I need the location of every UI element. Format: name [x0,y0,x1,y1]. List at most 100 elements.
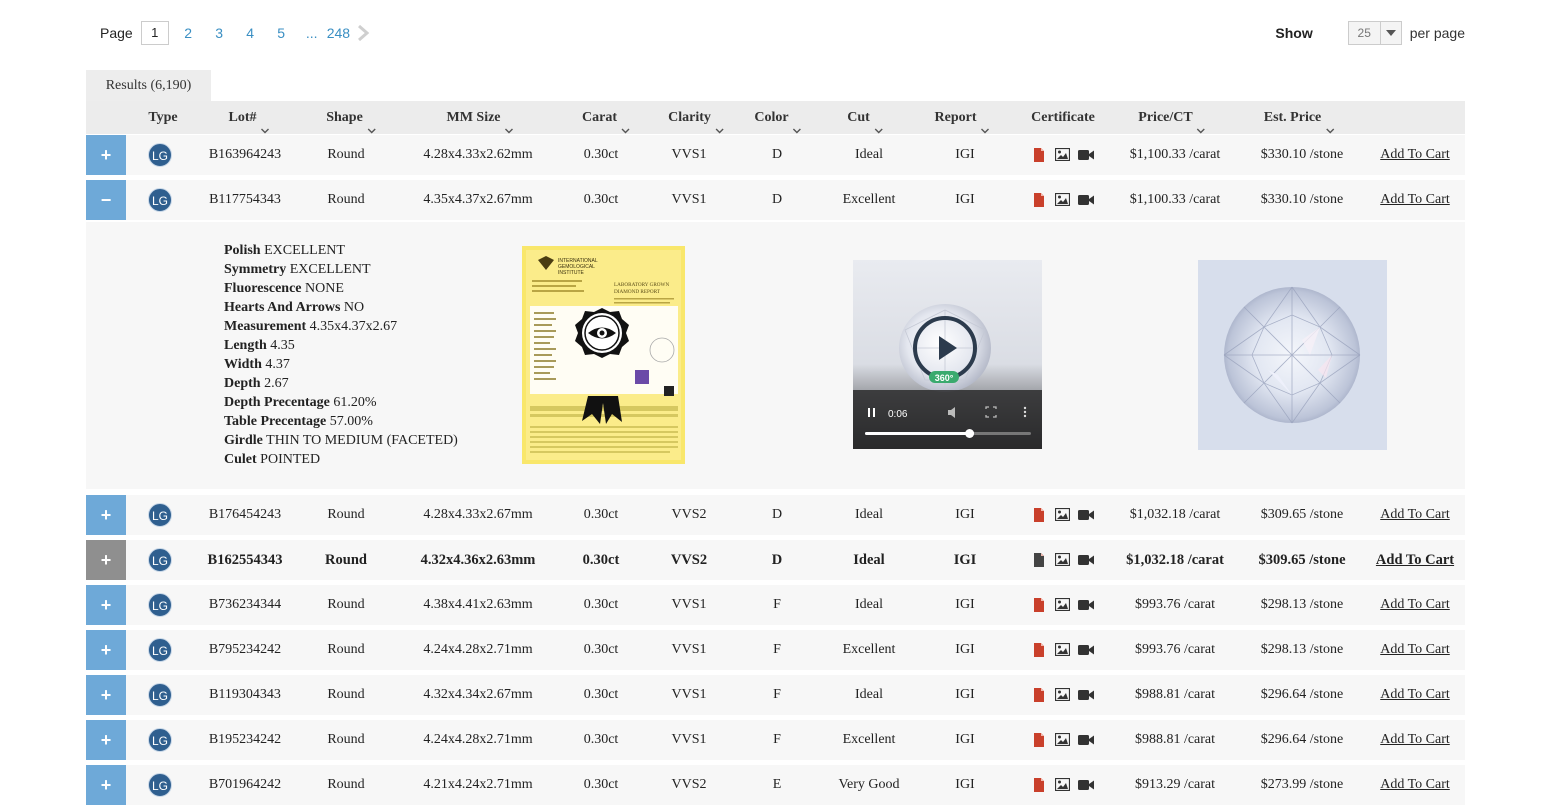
spec-value: POINTED [260,452,321,467]
video-camera-icon[interactable] [1078,778,1094,792]
chevron-down-icon [505,115,514,133]
page-ellipsis: ... [305,25,318,41]
image-icon[interactable] [1054,642,1071,657]
video-camera-icon[interactable] [1078,643,1094,657]
column-report[interactable]: Report [935,101,990,134]
add-to-cart-link[interactable]: Add To Cart [1380,495,1450,535]
clarity-value: VVS1 [671,732,707,747]
pdf-icon[interactable] [1032,688,1046,702]
video-time: 0:06 [888,409,908,420]
spec-line: Girdle THIN TO MEDIUM (FACETED) [224,431,458,450]
image-icon[interactable] [1054,777,1071,792]
page-link-2[interactable]: 2 [173,25,204,41]
shape-value: Round [327,147,365,162]
video-progress-fill [865,432,970,435]
chevron-right-icon[interactable] [356,24,370,42]
spec-list: Polish EXCELLENT Symmetry EXCELLENT Fluore… [224,241,458,469]
expand-toggle-button[interactable]: + [86,540,126,580]
video-camera-icon[interactable] [1078,148,1094,162]
lot-number: B163964243 [208,147,282,162]
page-current[interactable]: 1 [140,21,169,45]
column-price-ct[interactable]: Price/CT [1138,101,1206,134]
pdf-icon[interactable] [1032,148,1046,162]
spec-line: Table Precentage 57.00% [224,412,458,431]
page-size-select[interactable]: 25 [1347,21,1402,45]
page-link-5[interactable]: 5 [266,25,297,41]
pdf-icon[interactable] [1032,643,1046,657]
video-camera-icon[interactable] [1078,553,1094,567]
add-to-cart-link[interactable]: Add To Cart [1380,675,1450,715]
certificate-thumbnail[interactable]: INTERNATIONAL GEMOLOGICAL INSTITUTE LABO… [522,246,685,464]
column-mm-size[interactable]: MM Size [446,101,514,134]
video-camera-icon[interactable] [1078,508,1094,522]
image-icon[interactable] [1054,732,1071,747]
spec-value: EXCELLENT [289,262,371,277]
spec-label: Length [224,338,267,353]
spec-value: 4.35x4.37x2.67 [309,319,398,334]
results-tab[interactable]: Results (6,190) [86,70,211,102]
video-camera-icon[interactable] [1078,688,1094,702]
spec-value: 4.37 [265,357,290,372]
estimated-price: $273.99 /stone [1260,777,1344,792]
expand-toggle-button[interactable]: + [86,630,126,670]
pdf-icon[interactable] [1032,193,1046,207]
column-est-price[interactable]: Est. Price [1264,101,1335,134]
mm-size-value: 4.21x4.24x2.71mm [423,777,533,792]
video-progress-knob[interactable] [965,429,975,438]
pdf-icon[interactable] [1032,598,1046,612]
video-camera-icon[interactable] [1078,193,1094,207]
carat-value: 0.30ct [582,552,620,568]
add-to-cart-link[interactable]: Add To Cart [1380,585,1450,625]
column-clarity[interactable]: Clarity [668,101,724,134]
video-camera-icon[interactable] [1078,733,1094,747]
column-lot[interactable]: Lot# [229,101,270,134]
diamond-photo[interactable] [1198,260,1387,450]
expand-toggle-button[interactable]: + [86,135,126,175]
expand-toggle-button[interactable]: + [86,765,126,805]
pdf-icon[interactable] [1032,778,1046,792]
image-icon[interactable] [1054,597,1071,612]
spec-label: Depth Precentage [224,395,330,410]
expand-toggle-button[interactable]: + [86,495,126,535]
image-icon[interactable] [1054,687,1071,702]
add-to-cart-link[interactable]: Add To Cart [1380,180,1450,220]
lab-grown-badge: LG [148,548,172,572]
add-to-cart-link[interactable]: Add To Cart [1380,630,1450,670]
column-carat[interactable]: Carat [582,101,630,134]
mm-size-value: 4.32x4.34x2.67mm [423,687,533,702]
column-color[interactable]: Color [754,101,802,134]
diamond-360-video[interactable]: 360° 0:06 [853,260,1042,449]
column-shape[interactable]: Shape [326,101,376,134]
column-cut[interactable]: Cut [847,101,883,134]
expand-toggle-button[interactable]: + [86,675,126,715]
carat-value: 0.30ct [583,777,619,792]
image-icon[interactable] [1054,507,1071,522]
add-to-cart-link[interactable]: Add To Cart [1380,765,1450,805]
table-row-5: + LG B736234344 Round 4.38x4.41x2.63mm 0… [86,585,1465,625]
expand-toggle-button[interactable]: + [86,720,126,760]
video-camera-icon[interactable] [1078,598,1094,612]
expand-toggle-button[interactable]: + [86,585,126,625]
add-to-cart-link[interactable]: Add To Cart [1380,720,1450,760]
image-icon[interactable] [1054,192,1071,207]
spec-value: 61.20% [333,395,377,410]
spec-label: Culet [224,452,257,467]
pagination: Page 1 2 3 4 5 ... 248 [100,20,370,46]
page-link-last[interactable]: 248 [327,25,350,41]
certificate-icons [1032,732,1094,748]
price-per-carat: $1,100.33 /carat [1129,192,1221,207]
pdf-icon[interactable] [1032,553,1046,567]
shape-value: Round [327,597,365,612]
add-to-cart-link[interactable]: Add To Cart [1380,135,1450,175]
image-icon[interactable] [1054,147,1071,162]
page-link-3[interactable]: 3 [204,25,235,41]
image-icon[interactable] [1054,552,1071,567]
add-to-cart-link[interactable]: Add To Cart [1376,540,1454,580]
pdf-icon[interactable] [1032,733,1046,747]
price-per-carat: $913.29 /carat [1134,777,1216,792]
expand-toggle-button[interactable]: − [86,180,126,220]
page-link-4[interactable]: 4 [235,25,266,41]
pdf-icon[interactable] [1032,508,1046,522]
caret-down-icon[interactable] [1379,22,1401,44]
spec-label: Girdle [224,433,263,448]
